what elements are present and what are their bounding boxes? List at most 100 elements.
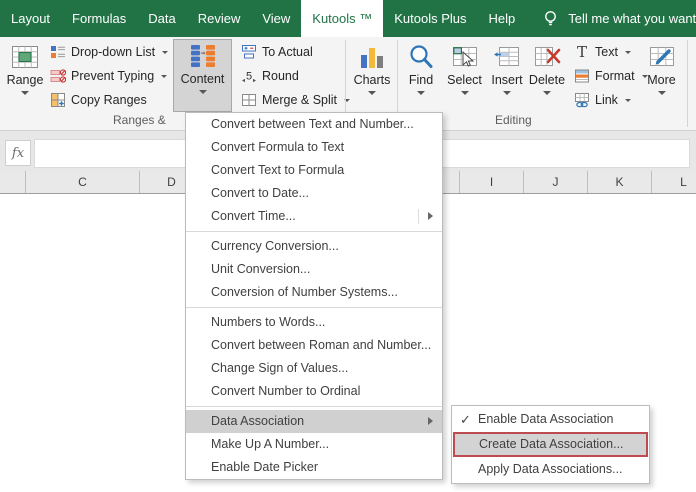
tab-data[interactable]: Data (137, 0, 186, 37)
find-button[interactable]: Find (401, 39, 441, 112)
menu-item[interactable]: Make Up A Number... (186, 433, 442, 456)
column-header-k[interactable]: K (588, 171, 652, 193)
copy-ranges-icon (50, 92, 66, 108)
tab-kutools[interactable]: Kutools ™ (301, 0, 384, 37)
menu-item[interactable]: Convert between Text and Number... (186, 113, 442, 136)
menu-item[interactable]: Convert Formula to Text (186, 136, 442, 159)
column-header-i[interactable]: I (460, 171, 524, 193)
column-header-c[interactable]: C (26, 171, 140, 193)
menu-item[interactable]: Enable Date Picker (186, 456, 442, 479)
more-label: More (647, 73, 676, 87)
menu-item-data-association[interactable]: Data Association (186, 410, 442, 433)
delete-button[interactable]: Delete (527, 39, 567, 112)
copy-ranges-button[interactable]: Copy Ranges (48, 88, 170, 112)
ranges-small-buttons: Drop-down List Prevent Typing Copy Range… (48, 40, 170, 112)
select-button[interactable]: Select (443, 39, 486, 112)
menu-item[interactable]: Convert Text to Formula (186, 159, 442, 182)
to-actual-icon (241, 44, 257, 60)
charts-icon (358, 43, 386, 71)
tab-kutools-plus[interactable]: Kutools Plus (383, 0, 477, 37)
content-button[interactable]: Content (173, 39, 232, 112)
tab-review[interactable]: Review (187, 0, 252, 37)
column-header-j[interactable]: J (524, 171, 588, 193)
tab-help[interactable]: Help (478, 0, 527, 37)
insert-label: Insert (491, 73, 523, 87)
menu-item[interactable]: Currency Conversion... (186, 235, 442, 258)
chevron-down-icon (624, 50, 631, 54)
column-header-l[interactable]: L (652, 171, 696, 193)
content-label: Content (180, 72, 225, 86)
submenu-arrow-icon (428, 212, 433, 220)
select-icon (451, 43, 479, 71)
checkmark-icon: ✓ (460, 412, 471, 427)
more-button[interactable]: More (639, 39, 684, 112)
menu-item[interactable]: Change Sign of Values... (186, 357, 442, 380)
insert-button[interactable]: Insert (487, 39, 527, 112)
menu-item[interactable]: Conversion of Number Systems... (186, 281, 442, 304)
menu-item-label: Data Association (211, 414, 305, 428)
select-label: Select (447, 73, 482, 87)
submenu-item-apply-data-associations[interactable]: Apply Data Associations... (452, 457, 649, 482)
chevron-down-icon (503, 91, 511, 95)
prevent-typing-button[interactable]: Prevent Typing (48, 64, 170, 88)
fx-button[interactable]: fx (5, 140, 31, 166)
dropdown-list-button[interactable]: Drop-down List (48, 40, 170, 64)
menu-item[interactable]: Convert Number to Ordinal (186, 380, 442, 403)
delete-label: Delete (528, 73, 566, 87)
link-label: Link (595, 93, 618, 107)
merge-split-label: Merge & Split (262, 93, 338, 107)
fx-label: fx (11, 145, 25, 161)
tab-view[interactable]: View (251, 0, 301, 37)
round-button[interactable]: 5 Round (239, 64, 352, 88)
merge-split-button[interactable]: Merge & Split (239, 88, 352, 112)
lightbulb-icon (542, 9, 559, 29)
menu-item[interactable]: Numbers to Words... (186, 311, 442, 334)
chevron-down-icon (162, 50, 169, 54)
editing-small-buttons: T Text Format Link (572, 40, 650, 112)
format-icon (574, 68, 590, 84)
link-button[interactable]: Link (572, 88, 650, 112)
chevron-down-icon (460, 91, 469, 95)
format-label: Format (595, 69, 635, 83)
content-dropdown-menu: Convert between Text and Number... Conve… (185, 112, 443, 480)
text-button[interactable]: T Text (572, 40, 650, 64)
submenu-item-enable-data-association[interactable]: ✓ Enable Data Association (452, 407, 649, 432)
svg-text:T: T (577, 44, 587, 60)
charts-button[interactable]: Charts (349, 39, 395, 112)
insert-icon (493, 43, 521, 71)
format-button[interactable]: Format (572, 64, 650, 88)
to-actual-button[interactable]: To Actual (239, 40, 352, 64)
group-label-editing: Editing (495, 113, 532, 127)
chevron-down-icon (21, 91, 29, 95)
submenu-arrow-icon (428, 417, 433, 425)
menu-separator (186, 406, 442, 407)
find-icon (407, 43, 435, 71)
link-icon (574, 92, 590, 108)
to-actual-label: To Actual (262, 45, 313, 59)
menu-item[interactable]: Convert between Roman and Number... (186, 334, 442, 357)
text-label: Text (595, 45, 618, 59)
dropdown-list-icon (50, 44, 66, 60)
charts-label: Charts (353, 73, 391, 87)
menu-item[interactable]: Unit Conversion... (186, 258, 442, 281)
tell-me-box[interactable]: Tell me what you want to (542, 0, 696, 37)
merge-split-icon (241, 92, 257, 108)
tab-formulas[interactable]: Formulas (61, 0, 137, 37)
chevron-down-icon (543, 91, 551, 95)
range-button[interactable]: Range (4, 39, 46, 112)
dropdown-list-label: Drop-down List (71, 45, 156, 59)
menu-item[interactable]: Convert to Date... (186, 182, 442, 205)
column-header[interactable] (0, 171, 26, 193)
ribbon-tab-bar: Layout Formulas Data Review View Kutools… (0, 0, 696, 37)
tell-me-label: Tell me what you want to (568, 11, 696, 26)
chevron-down-icon (417, 91, 425, 95)
submenu-item-label: Apply Data Associations... (478, 462, 623, 476)
svg-text:5: 5 (246, 71, 252, 83)
tab-layout[interactable]: Layout (0, 0, 61, 37)
range-label: Range (6, 73, 44, 87)
menu-item-convert-time[interactable]: Convert Time... (186, 205, 442, 228)
submenu-item-create-data-association[interactable]: Create Data Association... (453, 432, 648, 457)
group-label-ranges: Ranges & (113, 113, 166, 127)
prevent-typing-icon (50, 68, 66, 84)
round-label: Round (262, 69, 299, 83)
